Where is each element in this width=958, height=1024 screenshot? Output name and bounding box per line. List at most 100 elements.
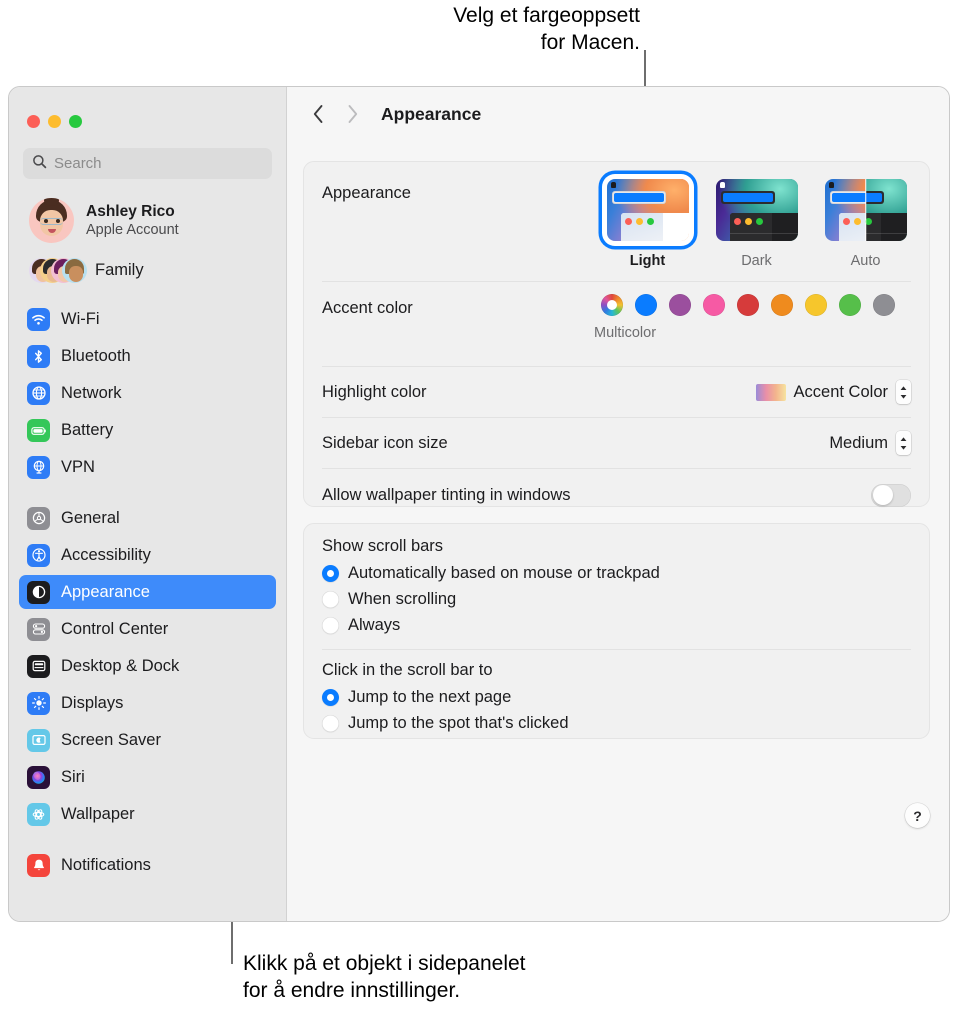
sidebar-item-accessibility[interactable]: Accessibility (19, 538, 276, 572)
sidebar-item-appearance[interactable]: Appearance (19, 575, 276, 609)
sidebar-item-desktop-and-dock[interactable]: Desktop & Dock (19, 649, 276, 683)
wallpaper-tinting-row: Allow wallpaper tinting in windows (304, 469, 929, 521)
sidebar-nav-list: Wi-Fi Bluetooth Network (9, 302, 286, 882)
accent-swatches (601, 294, 895, 316)
minimize-button[interactable] (48, 115, 61, 128)
accent-caption: Multicolor (594, 325, 656, 341)
back-chevron-icon[interactable] (301, 97, 335, 131)
sidebar-size-value: Medium (829, 434, 888, 453)
page-title: Appearance (381, 104, 481, 125)
theme-option-auto[interactable]: Auto (818, 174, 913, 269)
sidebar-item-control-center[interactable]: Control Center (19, 612, 276, 646)
radio-button[interactable] (322, 689, 339, 706)
bell-icon (27, 854, 50, 877)
appearance-row-label: Appearance (322, 184, 411, 203)
appearance-settings-card: Appearance (303, 161, 930, 507)
sidebar-item-bluetooth[interactable]: Bluetooth (19, 339, 276, 373)
sidebar-item-displays[interactable]: Displays (19, 686, 276, 720)
sidebar-item-label: Appearance (61, 583, 150, 602)
radio-button[interactable] (322, 591, 339, 608)
sidebar-item-general[interactable]: General (19, 501, 276, 535)
radio-label: Jump to the spot that's clicked (348, 714, 569, 733)
forward-chevron-icon[interactable] (335, 97, 369, 131)
radio-label: Always (348, 616, 400, 635)
sidebar-size-row-label: Sidebar icon size (322, 434, 448, 453)
desktop-dock-icon (27, 655, 50, 678)
radio-button[interactable] (322, 617, 339, 634)
accent-swatch-blue[interactable] (635, 294, 657, 316)
account-subtitle: Apple Account (86, 222, 179, 238)
detail-toolbar: Appearance (287, 87, 949, 141)
sidebar-item-label: Control Center (61, 620, 168, 639)
scroll-bars-card: Show scroll bars Automatically based on … (303, 523, 930, 739)
sidebar-item-wallpaper[interactable]: Wallpaper (19, 797, 276, 831)
sidebar-item-label: Accessibility (61, 546, 151, 565)
detail-pane: Appearance Appearance (287, 87, 949, 921)
radio-show-scroll-auto[interactable]: Automatically based on mouse or trackpad (322, 560, 911, 586)
sidebar-item-label: Displays (61, 694, 123, 713)
sidebar-item-siri[interactable]: Siri (19, 760, 276, 794)
zoom-button[interactable] (69, 115, 82, 128)
siri-icon (27, 766, 50, 789)
appearance-row: Appearance (304, 162, 929, 281)
wallpaper-tinting-toggle[interactable] (871, 484, 911, 507)
sidebar-group-notifications: Notifications (9, 848, 286, 882)
accessibility-icon (27, 544, 50, 567)
radio-label: When scrolling (348, 590, 456, 609)
sidebar-item-label: Screen Saver (61, 731, 161, 750)
radio-button[interactable] (322, 565, 339, 582)
bluetooth-icon (27, 345, 50, 368)
sidebar-item-vpn[interactable]: VPN (19, 450, 276, 484)
sidebar-group-system: General Accessibility Appearance (9, 501, 286, 831)
sidebar-size-popup-stepper[interactable] (896, 431, 911, 455)
search-icon (32, 154, 47, 174)
sidebar-item-family[interactable]: Family (23, 252, 272, 288)
theme-thumbnail-light (607, 179, 689, 241)
accent-swatch-pink[interactable] (703, 294, 725, 316)
sidebar-item-wi-fi[interactable]: Wi-Fi (19, 302, 276, 336)
accent-swatch-graphite[interactable] (873, 294, 895, 316)
family-label: Family (95, 261, 144, 280)
sidebar-item-label: Wallpaper (61, 805, 135, 824)
brightness-icon (27, 692, 50, 715)
wallpaper-tinting-label: Allow wallpaper tinting in windows (322, 486, 571, 505)
sidebar-item-notifications[interactable]: Notifications (19, 848, 276, 882)
highlight-row-label: Highlight color (322, 383, 427, 402)
family-avatars (29, 256, 85, 284)
help-button[interactable]: ? (905, 803, 930, 828)
radio-label: Jump to the next page (348, 688, 511, 707)
sidebar-item-label: General (61, 509, 120, 528)
control-center-icon (27, 618, 50, 641)
radio-button[interactable] (322, 715, 339, 732)
accent-swatch-yellow[interactable] (805, 294, 827, 316)
accent-swatch-red[interactable] (737, 294, 759, 316)
sidebar-item-battery[interactable]: Battery (19, 413, 276, 447)
highlight-color-popup-stepper[interactable] (896, 380, 911, 404)
radio-jump-to-spot[interactable]: Jump to the spot that's clicked (322, 710, 911, 736)
highlight-color-row[interactable]: Highlight color Accent Color (304, 367, 929, 417)
accent-color-row: Accent color Multicolor (304, 282, 929, 366)
theme-option-dark[interactable]: Dark (709, 174, 804, 269)
radio-show-scroll-when-scrolling[interactable]: When scrolling (322, 586, 911, 612)
show-scroll-bars-title: Show scroll bars (322, 537, 911, 556)
close-button[interactable] (27, 115, 40, 128)
sidebar-item-network[interactable]: Network (19, 376, 276, 410)
sidebar-item-apple-account[interactable]: Ashley Rico Apple Account (23, 195, 272, 246)
sidebar-item-screen-saver[interactable]: Screen Saver (19, 723, 276, 757)
theme-option-light[interactable]: Light (600, 174, 695, 269)
radio-show-scroll-always[interactable]: Always (322, 612, 911, 638)
sidebar-icon-size-row[interactable]: Sidebar icon size Medium (304, 418, 929, 468)
accent-swatch-multicolor[interactable] (601, 294, 623, 316)
accent-swatch-green[interactable] (839, 294, 861, 316)
sidebar-group-divider (9, 834, 286, 848)
theme-thumbnail-dark (716, 179, 798, 241)
system-settings-window: Search Ashley Rico Apple Account (8, 86, 950, 922)
sidebar-group-divider (9, 487, 286, 501)
accent-swatch-purple[interactable] (669, 294, 691, 316)
radio-jump-next-page[interactable]: Jump to the next page (322, 684, 911, 710)
wallpaper-icon (27, 803, 50, 826)
accent-swatch-orange[interactable] (771, 294, 793, 316)
theme-label: Auto (851, 253, 881, 269)
callout-bottom-text: Klikk på et objekt i sidepanelet for å e… (243, 950, 663, 1004)
search-input[interactable]: Search (23, 148, 272, 179)
